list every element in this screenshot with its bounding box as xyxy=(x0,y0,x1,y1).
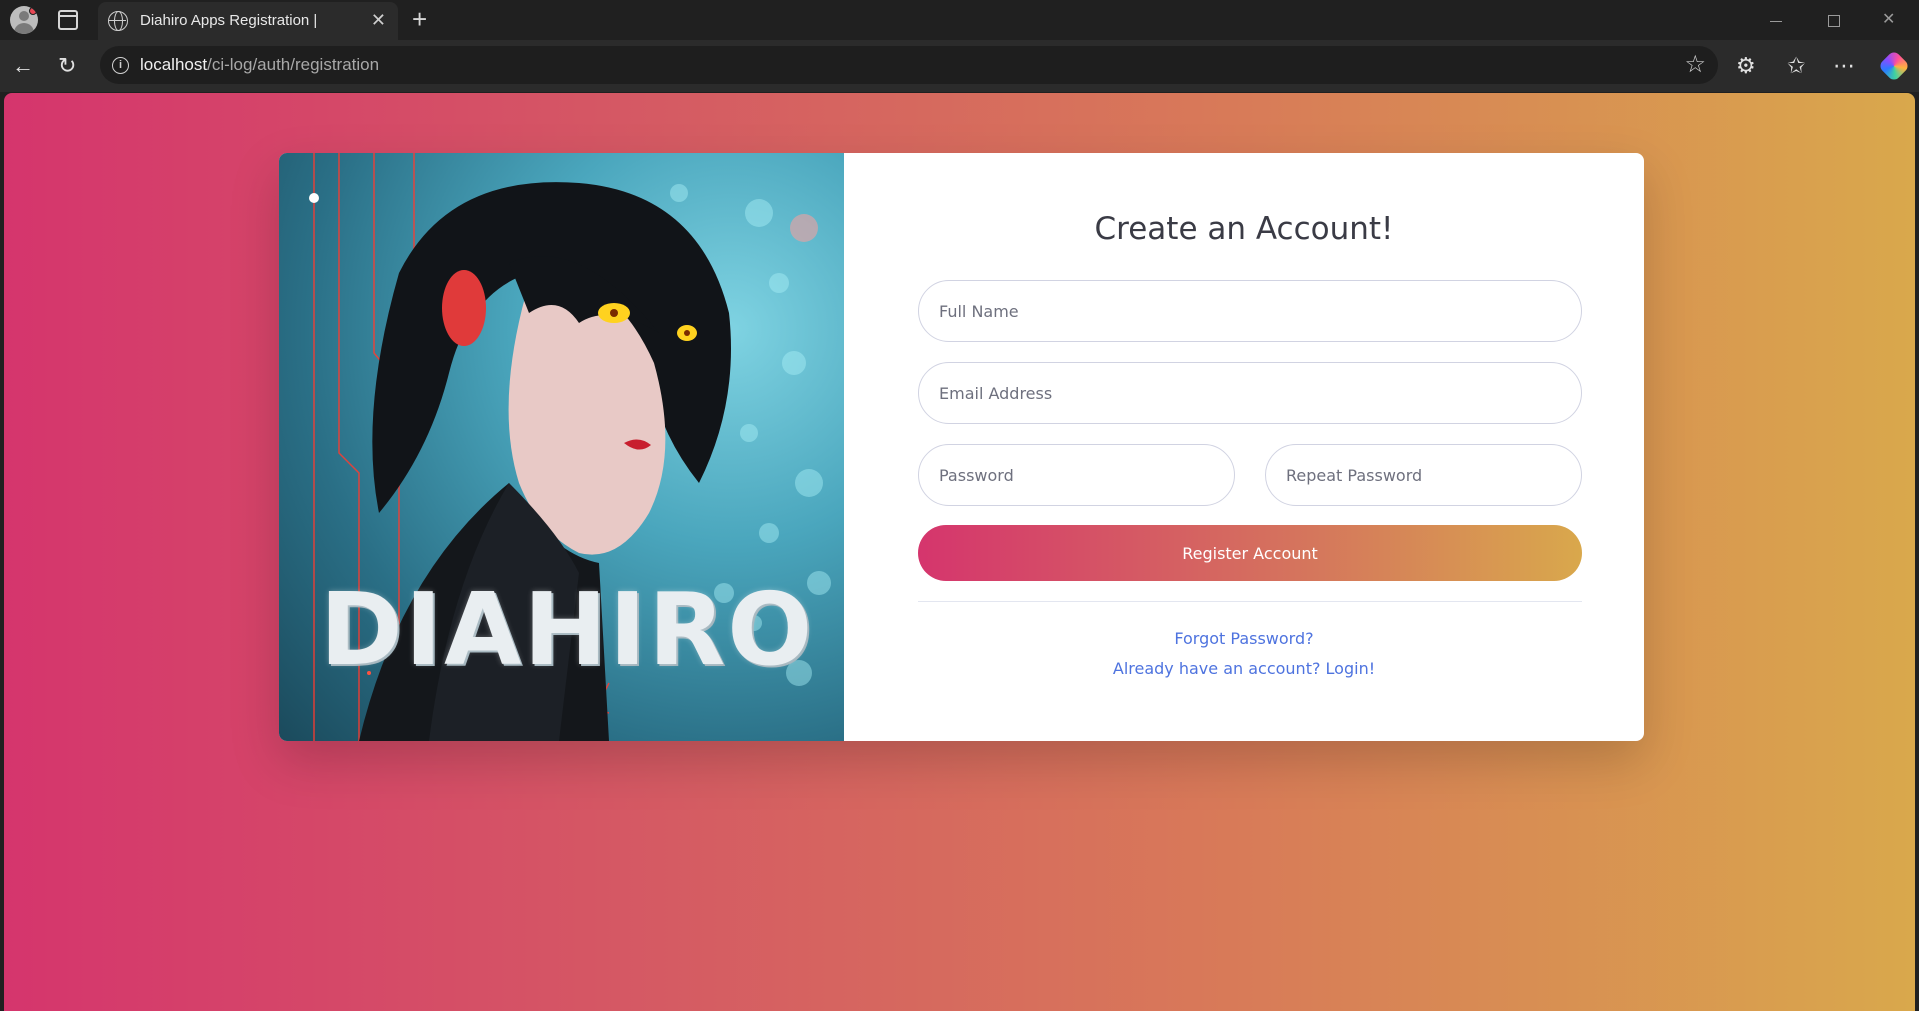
profile-avatar[interactable] xyxy=(10,6,38,34)
hero-image: DIAHIRO xyxy=(279,153,844,741)
favorite-star-icon[interactable]: ☆ xyxy=(1684,52,1706,78)
tab-bar: Diahiro Apps Registration | ✕ + ✕ xyxy=(0,0,1919,40)
registration-form: Create an Account! Register Account Forg… xyxy=(844,153,1644,741)
tab-close-icon[interactable]: ✕ xyxy=(371,10,386,30)
more-menu-icon[interactable]: ⋯ xyxy=(1833,54,1856,78)
browser-toolbar: ← ↻ i localhost/ci-log/auth/registration… xyxy=(0,40,1919,92)
extensions-icon[interactable]: ⚙ xyxy=(1736,54,1756,78)
reload-icon[interactable]: ↻ xyxy=(58,54,76,78)
email-input[interactable] xyxy=(918,362,1582,424)
favorites-icon[interactable]: ✩ xyxy=(1787,54,1805,78)
address-bar[interactable]: i localhost/ci-log/auth/registration ☆ xyxy=(100,46,1718,84)
forgot-password-link[interactable]: Forgot Password? xyxy=(844,629,1644,648)
back-arrow-icon[interactable]: ← xyxy=(12,54,34,78)
register-account-button[interactable]: Register Account xyxy=(918,525,1582,581)
page-background: DIAHIRO Create an Account! Register Acco… xyxy=(4,93,1915,1011)
page-title: Create an Account! xyxy=(1094,211,1394,247)
divider xyxy=(918,601,1582,602)
repeat-password-input[interactable] xyxy=(1265,444,1582,506)
tab-actions-icon[interactable] xyxy=(58,10,78,30)
new-tab-button[interactable]: + xyxy=(412,6,427,32)
tab-title: Diahiro Apps Registration | xyxy=(140,12,318,29)
notification-dot-icon xyxy=(29,7,37,15)
url-path: /ci-log/auth/registration xyxy=(207,55,380,74)
brand-logo-text: DIAHIRO xyxy=(319,571,815,688)
url-host: localhost xyxy=(140,55,208,74)
full-name-input[interactable] xyxy=(918,280,1582,342)
tab-registration[interactable]: Diahiro Apps Registration | ✕ xyxy=(98,2,398,40)
password-input[interactable] xyxy=(918,444,1235,506)
copilot-icon[interactable] xyxy=(1877,49,1911,83)
registration-card: DIAHIRO Create an Account! Register Acco… xyxy=(279,153,1644,741)
login-link[interactable]: Already have an account? Login! xyxy=(844,659,1644,678)
url-text[interactable]: localhost/ci-log/auth/registration xyxy=(140,55,379,75)
restore-button[interactable] xyxy=(1828,15,1840,27)
globe-icon xyxy=(108,11,128,31)
close-window-button[interactable]: ✕ xyxy=(1882,10,1895,30)
site-info-icon[interactable]: i xyxy=(112,57,129,74)
